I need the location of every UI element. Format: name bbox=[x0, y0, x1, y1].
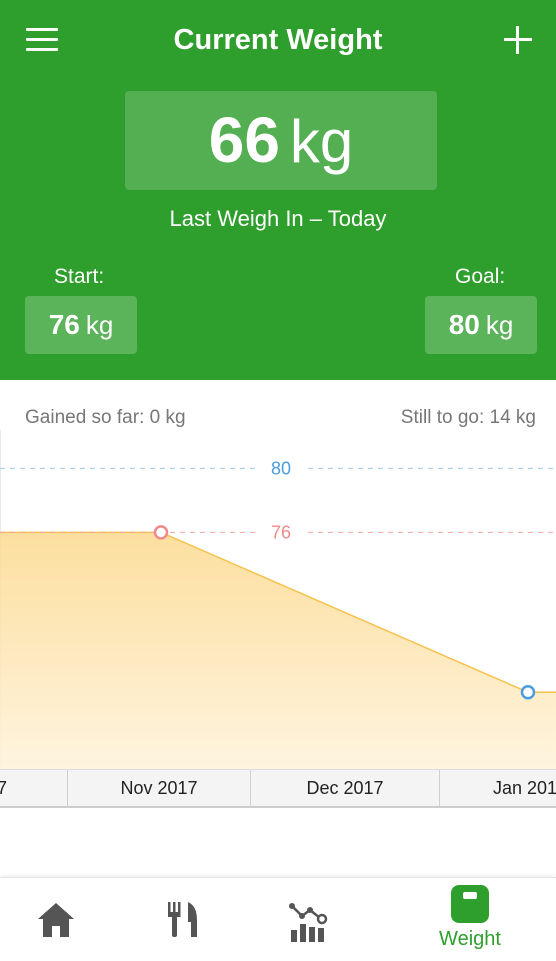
goal-weight-unit: kg bbox=[485, 310, 514, 340]
bottom-nav: Weight bbox=[0, 877, 556, 961]
x-axis-divider bbox=[439, 770, 440, 806]
nav-home[interactable] bbox=[0, 878, 112, 961]
still-to-go: Still to go: 14 kg bbox=[400, 407, 536, 428]
start-label: Start: bbox=[54, 265, 105, 288]
x-tick-label: Nov 2017 bbox=[120, 778, 198, 798]
goal-weight-pill[interactable]: 80 kg bbox=[425, 296, 537, 354]
weight-chart[interactable]: 80 76 bbox=[0, 430, 556, 770]
data-point-start[interactable] bbox=[153, 525, 169, 540]
x-tick-label: 7 bbox=[0, 778, 8, 798]
home-icon bbox=[38, 903, 74, 937]
last-weigh-in: Last Weigh In – Today bbox=[169, 206, 387, 231]
nav-weight[interactable]: Weight bbox=[414, 878, 526, 961]
start-weight-pill[interactable]: 76 kg bbox=[25, 296, 137, 354]
start-line-label: 76 bbox=[271, 522, 291, 542]
chart-icon bbox=[289, 903, 328, 942]
weight-area bbox=[0, 532, 556, 769]
start-weight-value: 76 bbox=[48, 309, 80, 340]
fork-knife-icon bbox=[168, 902, 197, 937]
scale-icon bbox=[451, 885, 489, 923]
add-icon[interactable] bbox=[500, 22, 536, 58]
nav-food[interactable] bbox=[128, 878, 240, 961]
nav-weight-label: Weight bbox=[439, 928, 501, 950]
nav-progress[interactable] bbox=[258, 878, 370, 961]
x-axis: 7 Nov 2017 Dec 2017 Jan 201 bbox=[0, 769, 556, 808]
page-title: Current Weight bbox=[173, 24, 383, 56]
gained-so-far: Gained so far: 0 kg bbox=[25, 407, 186, 428]
start-weight-unit: kg bbox=[85, 310, 114, 340]
x-axis-divider bbox=[67, 770, 68, 806]
goal-line-label: 80 bbox=[271, 458, 291, 478]
current-weight-unit: kg bbox=[289, 108, 354, 175]
header: Current Weight 66 kg Last Weigh In – Toda… bbox=[0, 0, 556, 380]
current-weight-value: 66 bbox=[208, 104, 280, 176]
goal-weight-value: 80 bbox=[448, 309, 480, 340]
x-axis-divider bbox=[250, 770, 251, 806]
x-tick-label: Jan 201 bbox=[492, 778, 556, 798]
current-weight-box: 66 kg bbox=[125, 91, 437, 190]
x-tick-label: Dec 2017 bbox=[306, 778, 384, 798]
data-point-current[interactable] bbox=[520, 684, 536, 700]
goal-label: Goal: bbox=[455, 265, 506, 288]
